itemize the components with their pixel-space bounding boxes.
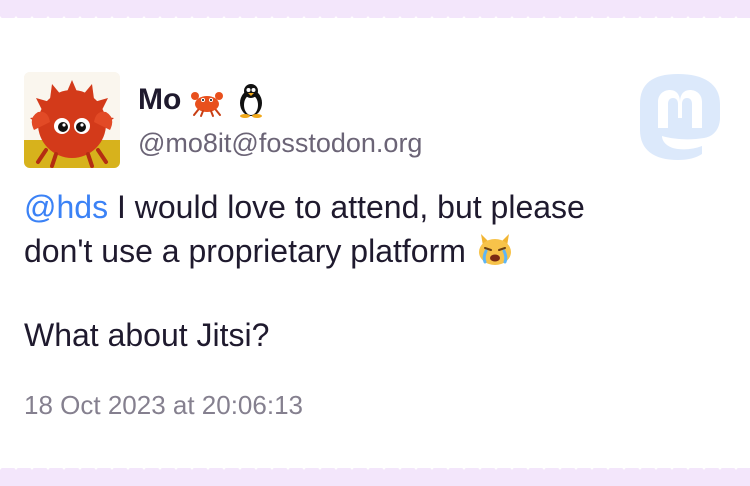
zigzag-bottom-edge — [0, 460, 750, 470]
content-line-1-text: I would love to attend, but please — [108, 189, 585, 225]
display-name[interactable]: Mo — [138, 82, 269, 118]
crab-emoji-icon — [191, 92, 224, 117]
content-line-2-text: don't use a proprietary platform — [24, 233, 466, 269]
crying-cat-emoji-icon — [478, 234, 511, 265]
post-timestamp[interactable]: 18 Oct 2023 at 20:06:13 — [24, 390, 303, 421]
mastodon-logo-icon — [640, 74, 720, 160]
content-line-3: What about Jitsi? — [24, 317, 270, 353]
content-line-2: don't use a proprietary platform — [24, 228, 724, 272]
penguin-emoji-icon — [240, 84, 263, 118]
account-handle[interactable]: @mo8it@fosstodon.org — [138, 128, 422, 159]
display-name-text: Mo — [138, 83, 182, 116]
content-line-1: @hds I would love to attend, but please — [24, 186, 724, 228]
mention-link[interactable]: @hds — [24, 189, 108, 225]
post-content: @hds I would love to attend, but please … — [24, 186, 724, 356]
ferris-crab-avatar-icon — [24, 72, 120, 168]
avatar[interactable] — [24, 72, 120, 168]
zigzag-top-edge — [0, 16, 750, 26]
